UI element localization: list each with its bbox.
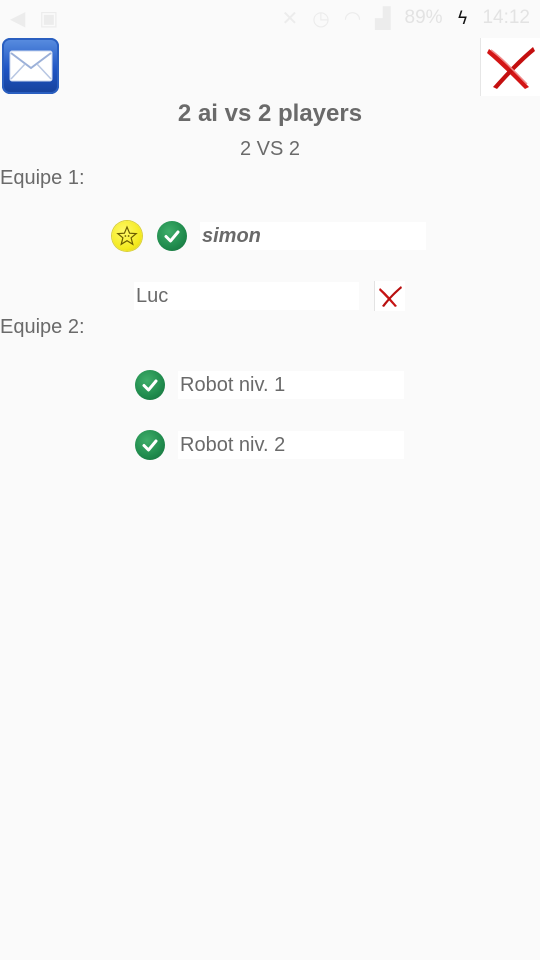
status-time: 14:12 [482, 7, 530, 28]
mail-icon [9, 50, 52, 82]
player-name-field[interactable]: Luc [134, 282, 359, 310]
page-subtitle: 2 VS 2 [239, 138, 301, 160]
page-title: 2 ai vs 2 players [177, 100, 363, 127]
team-1-label: Equipe 1: [0, 167, 85, 189]
mute-icon: ✕ [281, 6, 299, 30]
check-icon [135, 370, 165, 400]
star-icon [112, 221, 142, 251]
star-shape [116, 225, 138, 246]
alarm-icon: ◷ [312, 6, 330, 30]
player-name-field[interactable]: Robot niv. 2 [178, 431, 404, 459]
status-bar: ◀ ▣ ✕ ◷ ◠ ▟ 89% ϟ 14:12 [0, 0, 540, 36]
player-name-field[interactable]: simon [200, 222, 426, 250]
team-2-label: Equipe 2: [0, 316, 85, 338]
image-icon: ▣ [39, 6, 59, 30]
wifi-icon: ◠ [343, 6, 362, 30]
status-right: ✕ ◷ ◠ ▟ 89% ϟ 14:12 [281, 7, 530, 29]
close-button[interactable] [480, 38, 540, 96]
remove-icon [379, 286, 402, 307]
mail-button[interactable] [2, 38, 59, 94]
close-icon [487, 47, 535, 89]
remove-player-button[interactable] [374, 281, 405, 311]
check-icon [135, 430, 165, 460]
status-left: ◀ ▣ [10, 8, 58, 28]
check-icon [157, 221, 187, 251]
volume-icon: ◀ [10, 6, 26, 30]
signal-icon: ▟ [375, 6, 391, 30]
player-name-field[interactable]: Robot niv. 1 [178, 371, 404, 399]
battery-percent: 89% [404, 7, 443, 28]
charging-icon: ϟ [456, 7, 469, 29]
